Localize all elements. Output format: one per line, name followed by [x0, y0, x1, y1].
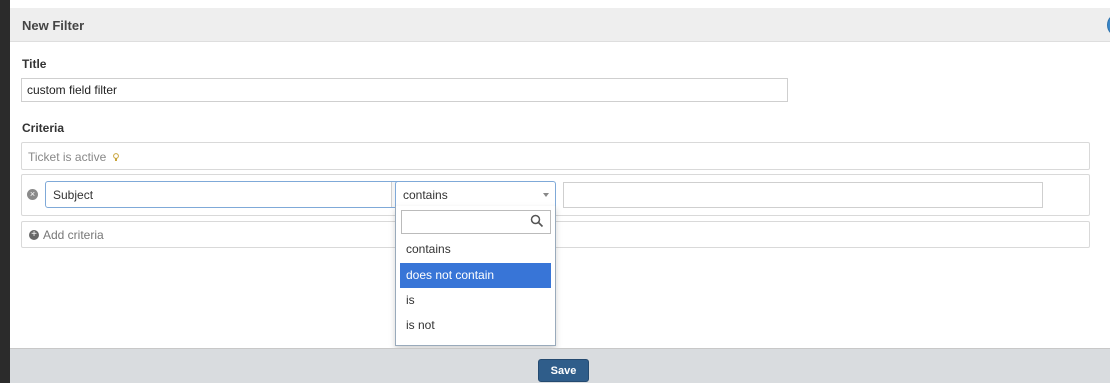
- lightbulb-icon[interactable]: [112, 153, 119, 162]
- default-criterion: Ticket is active: [21, 142, 1090, 170]
- top-strip: [10, 0, 1110, 8]
- field-select[interactable]: Subject: [45, 181, 411, 208]
- left-window-edge: [0, 0, 10, 383]
- operator-option-is[interactable]: is: [400, 288, 551, 313]
- criteria-value-input[interactable]: [563, 182, 1043, 208]
- remove-criteria-icon[interactable]: ×: [27, 189, 38, 200]
- operator-option-contains[interactable]: contains: [400, 237, 551, 262]
- operator-option-is-not[interactable]: is not: [400, 313, 551, 338]
- title-label: Title: [22, 57, 47, 71]
- field-select-value: Subject: [53, 188, 94, 202]
- filter-dialog-page: New Filter × Title Criteria Ticket is ac…: [0, 0, 1110, 383]
- operator-select-value: contains: [403, 188, 448, 202]
- dialog-title: New Filter: [22, 18, 85, 33]
- operator-search-input[interactable]: [401, 210, 551, 234]
- default-criterion-text: Ticket is active: [28, 150, 107, 164]
- dialog-header: New Filter ×: [10, 8, 1110, 42]
- operator-select[interactable]: contains: [395, 181, 556, 208]
- plus-circle-icon[interactable]: +: [29, 230, 39, 240]
- criteria-label: Criteria: [22, 121, 65, 135]
- chevron-down-icon: [543, 193, 549, 197]
- dialog-footer: Save: [10, 348, 1110, 383]
- title-input[interactable]: [21, 78, 788, 102]
- operator-dropdown: contains does not contain is is not: [395, 206, 556, 346]
- add-criteria-link[interactable]: Add criteria: [43, 228, 104, 242]
- save-button[interactable]: Save: [538, 359, 589, 382]
- search-icon: [530, 214, 544, 228]
- operator-option-does-not-contain[interactable]: does not contain: [400, 263, 551, 288]
